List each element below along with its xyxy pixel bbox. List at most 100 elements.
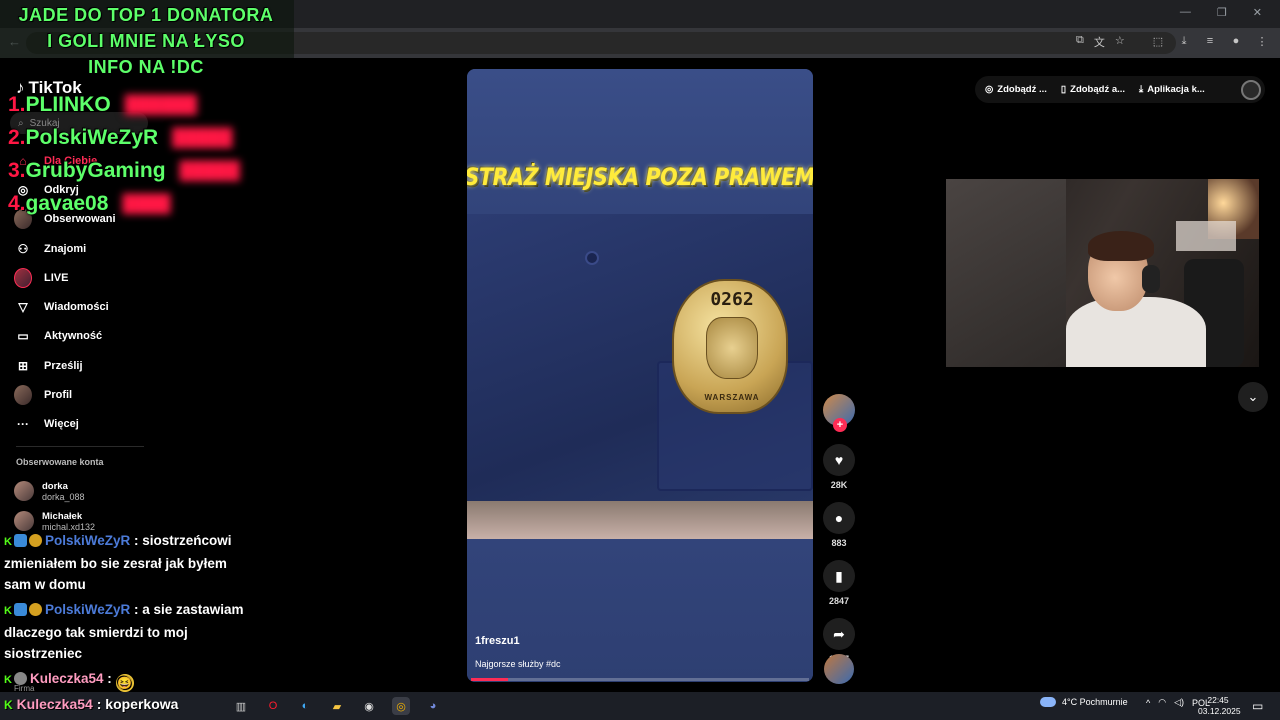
menu-kebab-icon[interactable]: ⋮ (1256, 34, 1268, 48)
folder-icon[interactable]: ▰ (328, 697, 346, 715)
extensions-icon[interactable]: ⬚ (1152, 34, 1164, 48)
eagle-emblem-icon (706, 317, 758, 379)
kick-badge-icon: K (4, 674, 12, 686)
sidebar-divider (16, 446, 144, 447)
sidebar-item-messages[interactable]: ▽ Wiadomości (14, 292, 154, 321)
speaker-icon[interactable]: ◁) (1174, 697, 1184, 708)
discord-icon[interactable]: ◕ (424, 697, 442, 715)
follow-plus-icon[interactable]: + (833, 418, 847, 432)
sidebar-item-label: Wiadomości (44, 301, 109, 314)
profile-avatar-icon[interactable]: ● (1230, 34, 1242, 48)
desktop-app-button[interactable]: ⤓ Aplikacja k... (1139, 84, 1205, 95)
like-button[interactable]: ♥ (823, 444, 855, 476)
close-icon[interactable]: ✕ (1253, 6, 1262, 19)
city-guard-badge: 0262 WARSZAWA (672, 279, 788, 414)
opera-icon[interactable]: O (264, 697, 282, 715)
notifications-icon[interactable]: ▭ (1252, 699, 1263, 713)
download-icon[interactable]: ⤓ (1178, 34, 1190, 48)
download-icon: ⤓ (1139, 84, 1144, 95)
sidebar-item-upload[interactable]: ⊞ Prześlij (14, 351, 154, 380)
like-count: 28K (830, 480, 848, 490)
laughing-emoji-icon: 😆 (115, 674, 134, 692)
gifter-badge-icon (28, 603, 42, 616)
taskbar-apps: ▥ O ◐ ▰ ◉ ◎ ◕ (232, 697, 442, 715)
reading-list-icon[interactable]: ≡ (1204, 34, 1216, 48)
profile-avatar[interactable] (1241, 79, 1261, 100)
comment-button[interactable]: ● (823, 502, 855, 534)
footer-company-link[interactable]: Firma (14, 684, 34, 693)
window-controls: — ❐ ✕ (1180, 6, 1262, 19)
save-count: 2847 (828, 596, 850, 606)
chat-username: PolskiWeZyR (44, 602, 131, 617)
get-app-label: Zdobądź a... (1070, 84, 1126, 95)
chat-message-latest: K Kuleczka54 : koperkowa (4, 696, 178, 712)
activity-icon: ▭ (17, 329, 29, 344)
sidebar-item-label: Profil (44, 389, 73, 402)
followed-account[interactable]: dorka dorka_088 (14, 476, 154, 506)
taskbar-clock[interactable]: 22:45 03.12.2025 (1198, 695, 1241, 717)
chat-text: : koperkowa (92, 696, 179, 712)
donor-amount-blurred: █████ (179, 160, 240, 180)
wifi-icon[interactable]: ◠ (1158, 697, 1166, 708)
kick-badge-icon: K (4, 605, 12, 617)
donor-amount-blurred: ██████ (124, 94, 197, 114)
video-progress-bar[interactable] (471, 678, 809, 681)
donor-row: 4. gavae08 ████ (8, 187, 240, 220)
save-button[interactable]: ▮ (823, 560, 855, 592)
webcam-shelf (1176, 221, 1236, 251)
next-video-button[interactable]: ⌄ (1238, 382, 1268, 412)
video-progress-fill (471, 678, 509, 681)
creator-avatar[interactable]: + (823, 394, 855, 432)
avatar (14, 511, 34, 531)
video-caption-title: STRAŻ MIEJSKA POZA PRAWEM (467, 156, 813, 198)
account-handle: dorka_088 (42, 491, 85, 502)
live-icon (14, 267, 32, 288)
translate-icon[interactable]: 文 (1094, 34, 1105, 50)
chat-username: Kuleczka54 (29, 671, 104, 686)
clock-time: 22:45 (1207, 695, 1229, 705)
chat-username: Kuleczka54 (16, 696, 93, 712)
share-button[interactable]: ➦ (823, 618, 855, 650)
more-icon: ··· (17, 417, 29, 432)
followed-accounts-list: dorka dorka_088 Michałek michal.xd132 (14, 476, 154, 536)
sidebar-item-live[interactable]: LIVE (14, 263, 154, 292)
sidebar-item-label: Więcej (44, 418, 79, 431)
sidebar-item-label: Znajomi (44, 242, 87, 255)
overlay-title-line-3: INFO NA !DC (88, 57, 204, 77)
sidebar-item-activity[interactable]: ▭ Aktywność (14, 322, 154, 351)
restore-icon[interactable]: ❐ (1217, 6, 1227, 19)
badge-number: 0262 (710, 289, 754, 310)
account-name: dorka (42, 480, 68, 492)
video-author[interactable]: 1freszu1 (475, 635, 520, 647)
edge-icon[interactable]: ◐ (296, 697, 314, 715)
share-arrow-icon: ➦ (833, 625, 845, 642)
install-app-icon[interactable]: ⧉ (1076, 34, 1084, 50)
cloud-icon (1040, 697, 1056, 707)
chrome-icon[interactable]: ◎ (392, 697, 410, 715)
coin-icon: ◎ (985, 84, 994, 95)
music-disc-avatar[interactable] (824, 654, 854, 684)
get-app-button[interactable]: ▯ Zdobądź a... (1061, 84, 1125, 95)
send-icon: ▽ (18, 300, 28, 315)
sidebar-item-profile[interactable]: Profil (14, 380, 154, 409)
sidebar-item-friends[interactable]: ⚇ Znajomi (14, 234, 154, 263)
sidebar-item-more[interactable]: ··· Więcej (14, 410, 154, 439)
get-coins-button[interactable]: ◎ Zdobądź ... (985, 84, 1047, 95)
sidebar-item-label: Prześlij (44, 359, 83, 372)
uniform-button (585, 251, 599, 265)
obs-icon[interactable]: ◉ (360, 697, 378, 715)
task-view-icon[interactable]: ▥ (232, 697, 250, 715)
video-player[interactable]: 0262 WARSZAWA STRAŻ MIEJSKA POZA PRAWEM … (467, 69, 813, 682)
chat-username: PolskiWeZyR (44, 533, 131, 548)
desktop-app-label: Aplikacja k... (1147, 84, 1205, 95)
streamer-hair (1088, 231, 1154, 261)
donor-row: 3. GrubyGaming █████ (8, 154, 240, 187)
chevron-up-icon[interactable]: ^ (1146, 698, 1150, 708)
weather-widget[interactable]: 4°C Pochmurnie (1040, 697, 1128, 707)
bookmark-icon: ▮ (835, 567, 843, 584)
minimize-icon[interactable]: — (1180, 6, 1191, 19)
kick-badge-icon: K (4, 536, 12, 548)
bookmark-star-icon[interactable]: ☆ (1115, 34, 1125, 50)
browser-extensions: ⬚ ⤓ ≡ ● ⋮ (1152, 34, 1268, 48)
overlay-title-line-2: I GOLI MNIE NA ŁYSO (47, 31, 245, 51)
